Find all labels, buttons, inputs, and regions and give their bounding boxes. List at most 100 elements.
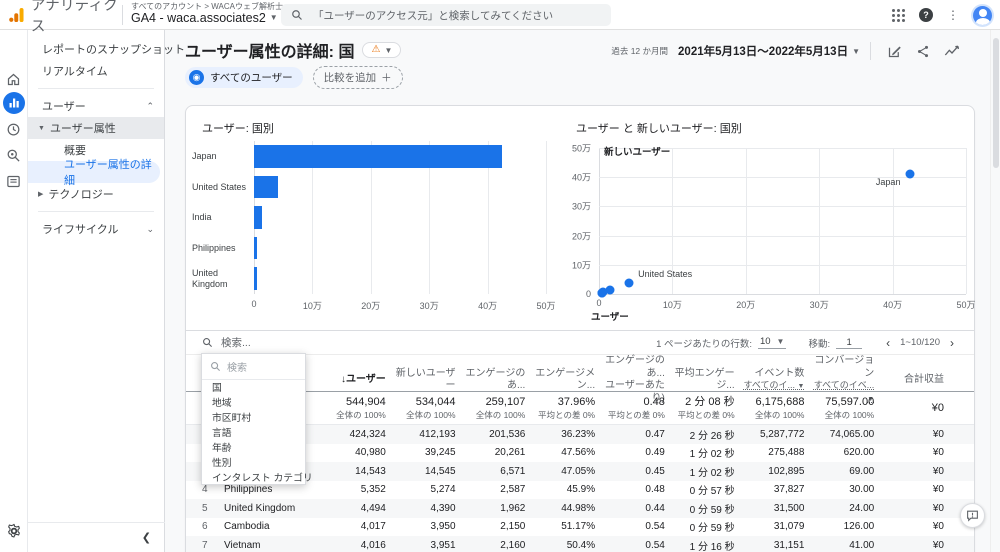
library-nav-button[interactable] <box>3 170 25 192</box>
scatter-point-united-states[interactable] <box>625 278 634 287</box>
row-dimension-cell: 7Vietnam <box>202 540 316 551</box>
global-search-input[interactable]: 「ユーザーのアクセス元」と検索してみてください <box>281 4 611 26</box>
prev-page-button[interactable]: ‹ <box>882 336 894 350</box>
row-value-cell: 2,160 <box>456 540 526 551</box>
row-value-cell: 0.54 <box>595 521 665 532</box>
metric-event-filter[interactable]: すべてのイ... ▼ <box>743 380 804 390</box>
feedback-button[interactable] <box>960 503 985 528</box>
table-header-平均エンゲージ...[interactable]: 平均エンゲージ... <box>665 368 735 393</box>
row-value-cell: 5,352 <box>316 484 386 495</box>
edit-report-button[interactable] <box>887 44 902 59</box>
sidebar-section-lifecycle[interactable]: ライフサイクル ⌄ <box>28 218 164 240</box>
home-nav-button[interactable] <box>3 68 25 90</box>
data-quality-badge[interactable]: ⚠ ▼ <box>362 42 401 58</box>
row-value-cell: 4,017 <box>316 521 386 532</box>
bar-united-kingdom[interactable] <box>254 267 257 290</box>
bar-row <box>254 263 546 294</box>
dropdown-item-年齢[interactable]: 年齢 <box>202 440 305 455</box>
row-value-cell: 0 分 57 秒 <box>665 482 735 497</box>
sidebar-item-realtime[interactable]: リアルタイム <box>28 60 164 82</box>
dropdown-item-言語[interactable]: 言語 <box>202 425 305 440</box>
account-switcher[interactable]: すべてのアカウント > WACAウェブ解析士 GA4 - waca.associ… <box>131 3 283 26</box>
row-value-cell: 6,571 <box>456 466 526 477</box>
row-value-cell: 0.54 <box>595 540 665 551</box>
scrollbar-thumb[interactable] <box>993 38 999 168</box>
dropdown-item-インタレスト カテゴリ[interactable]: インタレスト カテゴリ <box>202 469 305 484</box>
dropdown-item-市区町村[interactable]: 市区町村 <box>202 410 305 425</box>
scatter-point-vietnam[interactable] <box>597 288 606 297</box>
insights-button[interactable] <box>944 44 960 58</box>
scatter-plot: 新しいユーザーJapanUnited States <box>599 148 966 294</box>
totals-cell: 544,904全体の 100% <box>316 395 386 420</box>
audience-chip-all-users[interactable]: ◉ すべてのユーザー <box>185 67 303 88</box>
bar-japan[interactable] <box>254 145 502 168</box>
dimension-search-input[interactable]: 検索 <box>202 354 305 380</box>
table-search-input[interactable]: 検索... <box>202 335 656 350</box>
table-row[interactable]: 5United Kingdom4,4944,3901,96244.98%0.44… <box>186 499 974 518</box>
goto-page-input[interactable]: 1 <box>836 337 862 349</box>
analytics-logo[interactable]: アナリティクス <box>0 0 120 36</box>
explore-nav-button[interactable] <box>3 118 25 140</box>
advertising-nav-button[interactable] <box>3 144 25 166</box>
sidebar-section-user[interactable]: ユーザー ⌃ <box>28 95 164 117</box>
feedback-bubble-icon <box>966 509 979 522</box>
scatter-x-axis-title: ユーザー <box>591 309 629 323</box>
edit-icon <box>887 44 902 59</box>
table-header-エンゲージのあ...[interactable]: エンゲージのあ... <box>456 368 526 393</box>
scatter-chart-title: ユーザー と 新しいユーザー: 国別 <box>576 120 742 136</box>
table-header-イベント数[interactable]: イベント数すべてのイ... ▼ <box>735 368 805 393</box>
dropdown-item-国[interactable]: 国 <box>202 380 305 395</box>
chevron-down-icon: ▼ <box>270 14 278 23</box>
share-icon <box>916 44 930 59</box>
gridline <box>599 148 600 294</box>
bar-chart-category-labels: JapanUnited StatesIndiaPhilippinesUnited… <box>192 141 250 294</box>
account-avatar[interactable] <box>973 6 992 25</box>
bar-row <box>254 172 546 203</box>
table-header-エンゲージメン...[interactable]: エンゲージメン... <box>525 368 595 393</box>
gridline <box>966 148 967 294</box>
bar-philippines[interactable] <box>254 237 257 260</box>
x-tick-label: 30万 <box>420 299 439 312</box>
row-value-cell: 0.48 <box>595 484 665 495</box>
sidebar-collapse-button[interactable]: ❮ <box>28 522 165 544</box>
dropdown-item-地域[interactable]: 地域 <box>202 395 305 410</box>
main-content: ユーザー属性の詳細: 国 ⚠ ▼ 過去 12 か月間 2021年5月13日～20… <box>165 30 1000 552</box>
sidebar-item-snapshot[interactable]: レポートのスナップショット <box>28 38 164 60</box>
magnifier-chart-icon <box>6 148 21 163</box>
row-value-cell: 51.17% <box>525 521 595 532</box>
y-tick-label: 40万 <box>572 171 591 184</box>
global-search-placeholder: 「ユーザーのアクセス元」と検索してみてください <box>313 8 553 23</box>
sidebar-item-demographic-details[interactable]: ユーザー属性の詳細 <box>28 161 160 183</box>
y-tick-label: 0 <box>586 289 591 299</box>
scatter-y-ticks: 010万20万30万40万50万 <box>557 148 595 294</box>
table-header-合計収益[interactable]: 合計収益 <box>874 374 944 387</box>
row-value-cell: 14,545 <box>386 466 456 477</box>
share-report-button[interactable] <box>916 44 930 59</box>
table-row[interactable]: 6Cambodia4,0173,9502,15051.17%0.540 分 59… <box>186 518 974 537</box>
help-button[interactable]: ? <box>919 8 933 22</box>
apps-grid-button[interactable] <box>892 9 905 22</box>
bar-united-states[interactable] <box>254 176 278 199</box>
row-value-cell: 37,827 <box>735 484 805 495</box>
row-value-cell: 31,500 <box>735 503 805 514</box>
totals-cell: 37.96%平均との差 0% <box>525 395 595 420</box>
sidebar-item-user-attributes[interactable]: ▼ ユーザー属性 <box>28 117 164 139</box>
table-header-ユーザー[interactable]: ↓ユーザー <box>316 374 386 387</box>
pagination-range: 1~10/120 <box>900 337 940 348</box>
rows-per-page-select[interactable]: 10 ▼ <box>758 336 787 349</box>
chevron-up-icon: ⌃ <box>146 101 154 112</box>
dropdown-item-性別[interactable]: 性別 <box>202 454 305 469</box>
scatter-point-japan[interactable] <box>906 169 915 178</box>
add-comparison-button[interactable]: 比較を追加 ＋ <box>313 66 403 89</box>
admin-nav-button[interactable] <box>3 520 25 542</box>
bar-india[interactable] <box>254 206 262 229</box>
table-header-新しいユーザー[interactable]: 新しいユーザー <box>386 368 456 393</box>
page-scrollbar[interactable] <box>990 30 1000 552</box>
triangle-right-icon: ▶ <box>38 190 43 198</box>
row-value-cell: 69.00 <box>804 466 874 477</box>
next-page-button[interactable]: › <box>946 336 958 350</box>
table-row[interactable]: 7Vietnam4,0163,9512,16050.4%0.541 分 16 秒… <box>186 536 974 552</box>
date-range-picker[interactable]: 2021年5月13日～2022年5月13日 ▼ <box>678 43 860 59</box>
more-options-button[interactable]: ⋮ <box>947 9 959 21</box>
reports-nav-button[interactable] <box>3 92 25 114</box>
